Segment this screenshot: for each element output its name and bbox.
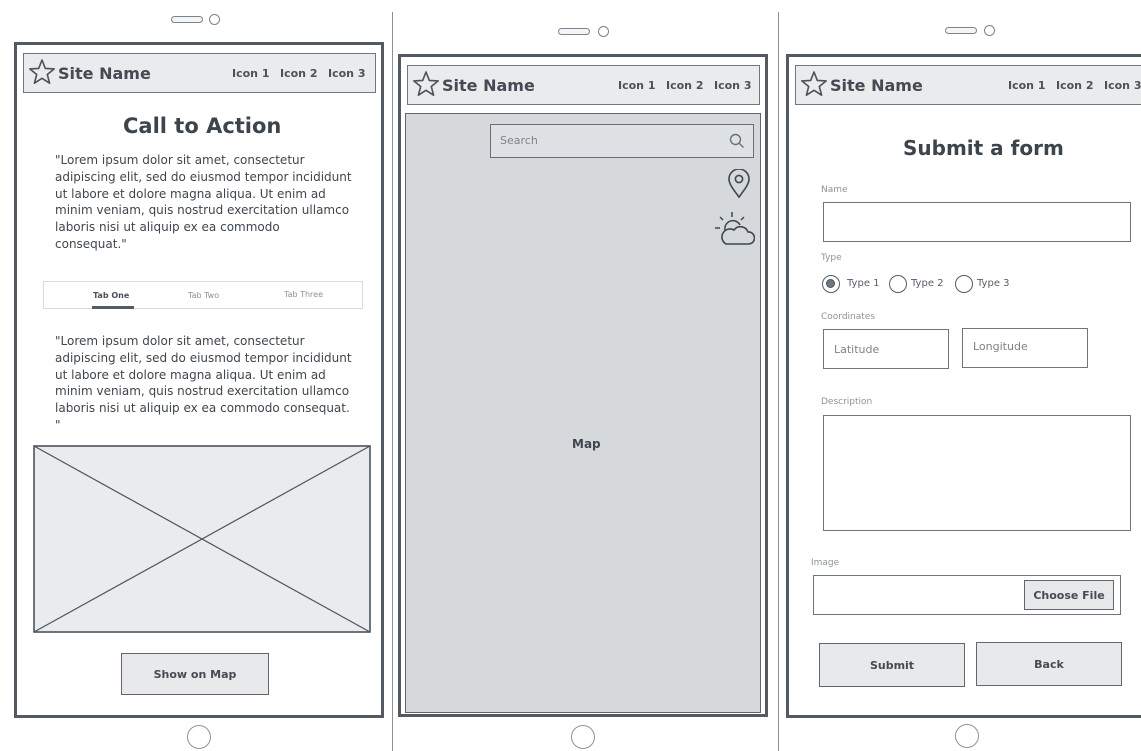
search-placeholder: Search xyxy=(500,134,538,147)
search-input[interactable]: Search xyxy=(490,124,754,158)
phone-speaker xyxy=(945,27,977,34)
panel-divider xyxy=(778,12,779,751)
map-screen: Site Name Icon 1 Icon 2 Icon 3 Map Searc… xyxy=(398,54,768,717)
map-area[interactable]: Map xyxy=(405,113,761,713)
image-file-field[interactable]: Choose File xyxy=(813,575,1121,615)
header-icon-2[interactable]: Icon 2 xyxy=(1056,79,1094,92)
panel-divider xyxy=(392,12,393,751)
description-label: Description xyxy=(821,397,873,407)
header-icon-2[interactable]: Icon 2 xyxy=(280,67,318,80)
intro-paragraph: "Lorem ipsum dolor sit amet, consectetur… xyxy=(55,153,352,251)
site-name[interactable]: Site Name xyxy=(442,76,535,95)
site-header: Site Name Icon 1 Icon 2 Icon 3 xyxy=(795,65,1141,105)
coordinates-label: Coordinates xyxy=(821,312,876,322)
longitude-placeholder: Longitude xyxy=(973,340,1028,353)
header-icon-1[interactable]: Icon 1 xyxy=(232,67,270,80)
phone-speaker xyxy=(558,28,590,35)
site-name[interactable]: Site Name xyxy=(58,64,151,83)
star-logo-icon xyxy=(28,59,56,85)
type-label: Type xyxy=(821,253,842,263)
image-placeholder xyxy=(33,445,371,633)
name-label: Name xyxy=(821,185,848,195)
site-header: Site Name Icon 1 Icon 2 Icon 3 xyxy=(23,53,376,93)
name-field[interactable] xyxy=(823,202,1131,242)
phone-camera xyxy=(984,25,995,36)
type-3-label: Type 3 xyxy=(977,278,1010,289)
site-name[interactable]: Site Name xyxy=(830,76,923,95)
header-icon-1[interactable]: Icon 1 xyxy=(1008,79,1046,92)
search-icon[interactable] xyxy=(729,133,745,149)
site-header: Site Name Icon 1 Icon 2 Icon 3 xyxy=(407,65,760,105)
form-title: Submit a form xyxy=(903,136,1064,160)
header-icon-1[interactable]: Icon 1 xyxy=(618,79,656,92)
choose-file-button[interactable]: Choose File xyxy=(1024,580,1114,610)
location-pin-icon[interactable] xyxy=(727,169,751,199)
show-on-map-button[interactable]: Show on Map xyxy=(121,653,269,695)
type-1-radio[interactable] xyxy=(822,275,840,293)
tab-two[interactable]: Tab Two xyxy=(188,291,219,300)
map-label: Map xyxy=(572,437,601,451)
back-button[interactable]: Back xyxy=(976,642,1122,686)
tab-bar: Tab One Tab Two Tab Three xyxy=(43,281,363,309)
type-2-label: Type 2 xyxy=(911,278,944,289)
type-2-radio[interactable] xyxy=(889,275,907,293)
star-logo-icon xyxy=(412,71,440,97)
tab-three[interactable]: Tab Three xyxy=(284,290,323,299)
phone-home-button xyxy=(955,724,979,748)
header-icon-3[interactable]: Icon 3 xyxy=(328,67,366,80)
type-3-radio[interactable] xyxy=(955,275,973,293)
header-icon-2[interactable]: Icon 2 xyxy=(666,79,704,92)
body-paragraph: "Lorem ipsum dolor sit amet, consectetur… xyxy=(55,334,352,432)
home-screen: Site Name Icon 1 Icon 2 Icon 3 Call to A… xyxy=(14,42,384,718)
submit-button[interactable]: Submit xyxy=(819,643,965,687)
latitude-placeholder: Latitude xyxy=(834,343,880,356)
phone-home-button xyxy=(571,725,595,749)
active-tab-indicator xyxy=(92,306,134,309)
type-1-label: Type 1 xyxy=(847,278,880,289)
longitude-field[interactable]: Longitude xyxy=(962,328,1088,368)
tab-one[interactable]: Tab One xyxy=(93,291,129,300)
header-icon-3[interactable]: Icon 3 xyxy=(1104,79,1141,92)
phone-camera xyxy=(209,14,220,25)
phone-camera xyxy=(598,26,609,37)
description-field[interactable] xyxy=(823,415,1131,531)
header-icon-3[interactable]: Icon 3 xyxy=(714,79,752,92)
latitude-field[interactable]: Latitude xyxy=(823,329,949,369)
phone-speaker xyxy=(171,16,203,23)
image-label: Image xyxy=(811,558,840,568)
weather-icon[interactable] xyxy=(711,211,755,247)
form-screen: Site Name Icon 1 Icon 2 Icon 3 Submit a … xyxy=(786,54,1141,718)
star-logo-icon xyxy=(800,71,828,97)
page-title: Call to Action xyxy=(123,114,282,138)
phone-home-button xyxy=(187,725,211,749)
